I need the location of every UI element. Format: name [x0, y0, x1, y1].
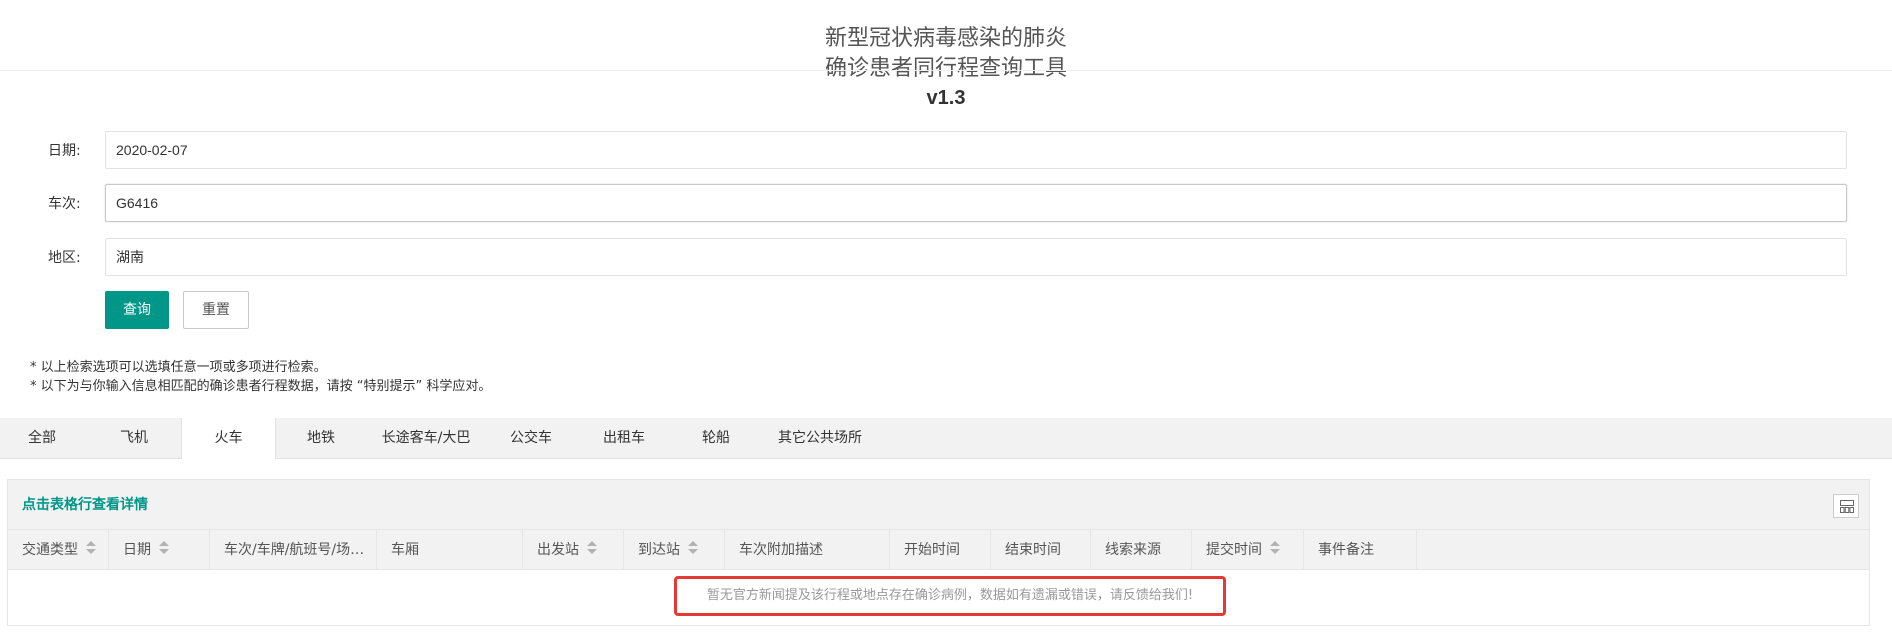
page-title-line1: 新型冠状病毒感染的肺炎 — [824, 26, 1067, 51]
tab-public-places[interactable]: 其它公共场所 — [768, 418, 872, 458]
tab-coach[interactable]: 长途客车/大巴 — [368, 418, 484, 458]
tab-taxi[interactable]: 出租车 — [593, 418, 655, 458]
train-number-input[interactable] — [105, 184, 1847, 222]
header-divider — [0, 70, 1892, 71]
results-table: 点击表格行查看详情 交通类型 日期 车次/车牌/航班号/场所名... 车厢 出发… — [7, 479, 1870, 626]
region-input[interactable] — [105, 238, 1847, 276]
tab-ship[interactable]: 轮船 — [689, 418, 743, 458]
tab-all[interactable]: 全部 — [14, 418, 70, 458]
sort-icon[interactable] — [688, 541, 698, 555]
column-header[interactable]: 日期 — [109, 530, 210, 570]
date-input[interactable] — [105, 131, 1847, 169]
tab-train[interactable]: 火车 — [181, 418, 276, 459]
column-header[interactable]: 交通类型 — [8, 530, 109, 570]
sort-icon[interactable] — [86, 541, 96, 555]
sort-icon[interactable] — [587, 541, 597, 555]
version-label: v1.3 — [926, 87, 966, 109]
search-notes: * 以上检索选项可以选填任意一项或多项进行检索。 * 以下为与你输入信息相匹配的… — [30, 358, 491, 396]
region-label: 地区: — [48, 250, 81, 266]
page-header: 新型冠状病毒感染的肺炎 确诊患者同行程查询工具 v1.3 — [0, 24, 1892, 112]
note-line-1: * 以上检索选项可以选填任意一项或多项进行检索。 — [30, 360, 327, 375]
column-header[interactable]: 到达站 — [624, 530, 725, 570]
column-header[interactable]: 出发站 — [523, 530, 624, 570]
column-header[interactable]: 事件备注 — [1304, 530, 1417, 570]
page: 新型冠状病毒感染的肺炎 确诊患者同行程查询工具 v1.3 日期: 车次: 地区:… — [0, 0, 1892, 642]
column-header[interactable]: 结束时间 — [991, 530, 1091, 570]
transport-tabs: 全部 飞机 火车 地铁 长途客车/大巴 公交车 出租车 轮船 其它公共场所 — [0, 418, 1892, 459]
column-header[interactable]: 提交时间 — [1192, 530, 1304, 570]
region-row: 地区: — [0, 238, 1892, 278]
tab-subway[interactable]: 地铁 — [293, 418, 349, 458]
page-title-line2: 确诊患者同行程查询工具 — [824, 56, 1067, 81]
table-hint: 点击表格行查看详情 — [22, 497, 148, 513]
column-header[interactable]: 开始时间 — [890, 530, 991, 570]
tab-bus[interactable]: 公交车 — [500, 418, 562, 458]
column-header[interactable]: 车次附加描述 — [725, 530, 890, 570]
note-line-2: * 以下为与你输入信息相匹配的确诊患者行程数据，请按 “特别提示” 科学应对。 — [30, 379, 492, 394]
tab-plane[interactable]: 飞机 — [106, 418, 162, 458]
column-header[interactable]: 线索来源 — [1091, 530, 1192, 570]
date-row: 日期: — [0, 131, 1892, 171]
columns-icon[interactable] — [1833, 494, 1859, 518]
sort-icon[interactable] — [1270, 541, 1280, 555]
empty-message: 暂无官方新闻提及该行程或地点存在确诊病例，数据如有遗漏或错误，请反馈给我们! — [674, 576, 1226, 616]
empty-row: 暂无官方新闻提及该行程或地点存在确诊病例，数据如有遗漏或错误，请反馈给我们! — [8, 570, 1869, 625]
table-header: 交通类型 日期 车次/车牌/航班号/场所名... 车厢 出发站 到达站 车次附加… — [8, 530, 1869, 570]
sort-icon[interactable] — [159, 541, 169, 555]
column-header[interactable]: 车次/车牌/航班号/场所名... — [210, 530, 377, 570]
column-header[interactable]: 车厢 — [377, 530, 523, 570]
table-toolbar: 点击表格行查看详情 — [8, 480, 1869, 530]
reset-button[interactable]: 重置 — [183, 291, 249, 329]
train-label: 车次: — [48, 196, 81, 212]
query-button[interactable]: 查询 — [105, 291, 169, 329]
date-label: 日期: — [48, 143, 81, 159]
train-row: 车次: — [0, 184, 1892, 224]
